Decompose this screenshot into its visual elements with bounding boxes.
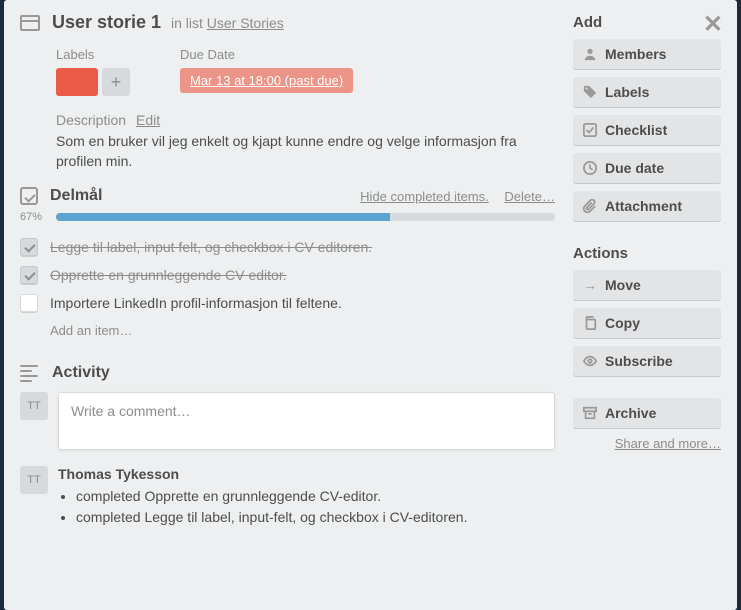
card-modal: ✕ User storie 1 in list User Stories Lab… [4, 0, 737, 610]
checklist-icon [583, 123, 597, 137]
label-chip-red[interactable] [56, 68, 98, 96]
due-date-heading: Due Date [180, 47, 353, 62]
due-date-badge[interactable]: Mar 13 at 18:00 (past due) [180, 68, 353, 93]
due-date-button[interactable]: Due date [573, 153, 721, 183]
progress-fill [56, 213, 390, 221]
description-heading: Description [56, 112, 126, 128]
checklist-icon [20, 187, 38, 205]
clock-icon [583, 161, 597, 175]
check-item-text[interactable]: Importere LinkedIn profil-informasjon ti… [50, 295, 342, 311]
activity-entry: Thomas Tykesson completed Opprette en gr… [58, 466, 555, 528]
actions-heading: Actions [573, 245, 721, 262]
card-list-location: in list User Stories [171, 15, 284, 31]
progress-bar [56, 213, 555, 221]
check-item-checkbox[interactable] [20, 266, 38, 284]
sidebar: Add Members Labels Checklist Due date At… [573, 12, 721, 528]
activity-line: completed Legge til label, input-felt, o… [76, 507, 555, 528]
archive-icon [583, 406, 597, 420]
person-icon [583, 47, 597, 61]
comment-input[interactable]: Write a comment… [58, 392, 555, 450]
archive-button[interactable]: Archive [573, 398, 721, 428]
activity-icon [20, 365, 40, 382]
card-icon [20, 15, 40, 31]
list-link[interactable]: User Stories [207, 15, 284, 31]
edit-description-link[interactable]: Edit [136, 112, 160, 128]
move-button[interactable]: → Move [573, 270, 721, 300]
hide-completed-link[interactable]: Hide completed items. [360, 189, 489, 204]
delete-checklist-link[interactable]: Delete… [504, 189, 555, 204]
check-item-text[interactable]: Opprette en grunnleggende CV editor. [50, 267, 287, 283]
share-more-link[interactable]: Share and more… [573, 436, 721, 451]
add-heading: Add [573, 14, 721, 31]
card-title[interactable]: User storie 1 [52, 12, 161, 32]
main-column: User storie 1 in list User Stories Label… [20, 12, 555, 528]
checklist-button[interactable]: Checklist [573, 115, 721, 145]
subscribe-button[interactable]: Subscribe [573, 346, 721, 376]
arrow-right-icon: → [583, 278, 597, 292]
check-item-checkbox[interactable] [20, 238, 38, 256]
attachment-button[interactable]: Attachment [573, 191, 721, 221]
check-item-text[interactable]: Legge til label, input felt, og checkbox… [50, 239, 372, 255]
attachment-icon [583, 199, 597, 213]
eye-icon [583, 354, 597, 368]
avatar[interactable]: TT [20, 466, 48, 494]
add-checklist-item[interactable]: Add an item… [50, 317, 555, 344]
activity-heading: Activity [52, 364, 110, 382]
avatar[interactable]: TT [20, 392, 48, 420]
labels-button[interactable]: Labels [573, 77, 721, 107]
labels-heading: Labels [56, 47, 130, 62]
due-date-section: Due Date Mar 13 at 18:00 (past due) [180, 47, 353, 96]
description-text[interactable]: Som en bruker vil jeg enkelt og kjapt ku… [56, 132, 555, 171]
description-section: Description Edit Som en bruker vil jeg e… [56, 112, 555, 171]
checklist-title[interactable]: Delmål [50, 187, 336, 205]
members-button[interactable]: Members [573, 39, 721, 69]
progress-percent: 67% [20, 211, 48, 223]
activity-line: completed Opprette en grunnleggende CV-e… [76, 486, 555, 507]
tag-icon [583, 85, 597, 99]
labels-section: Labels + [56, 47, 130, 96]
check-item-checkbox[interactable] [20, 294, 38, 312]
copy-button[interactable]: Copy [573, 308, 721, 338]
add-label-button[interactable]: + [102, 68, 130, 96]
close-icon[interactable]: ✕ [703, 10, 723, 39]
copy-icon [583, 316, 597, 330]
activity-author[interactable]: Thomas Tykesson [58, 466, 555, 482]
